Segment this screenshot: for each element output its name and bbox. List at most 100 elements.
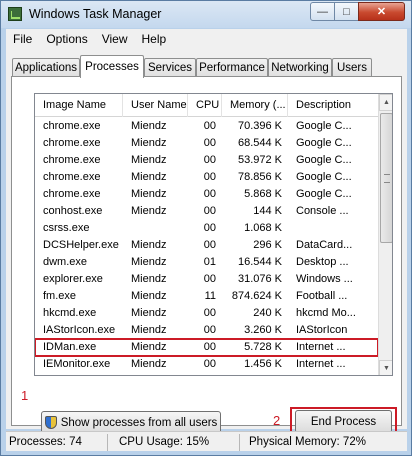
table-row[interactable]: conhost.exe Miendz 00 144 K Console ... [35, 203, 378, 220]
table-row-selected[interactable]: IDMan.exe Miendz 00 5.728 K Internet ... [35, 338, 379, 357]
annotation-marker-1: 1 [21, 388, 29, 403]
table-row[interactable]: chrome.exe Miendz 00 70.396 K Google C... [35, 118, 378, 135]
cell-cpu: 00 [203, 120, 216, 132]
cell-image-name: chrome.exe [43, 171, 101, 183]
task-manager-icon [8, 7, 22, 21]
table-row[interactable]: csrss.exe 00 1.068 K [35, 220, 378, 237]
scrollbar-thumb[interactable] [380, 113, 392, 243]
cell-user-name: Miendz [131, 307, 167, 319]
status-physical-memory: Physical Memory: 72% [249, 436, 366, 448]
show-all-users-label: Show processes from all users [60, 416, 218, 429]
cell-description: DataCard... [296, 239, 353, 251]
scroll-down-icon[interactable]: ▼ [379, 360, 392, 375]
cell-image-name: IEMonitor.exe [43, 358, 111, 370]
cell-user-name: Miendz [131, 358, 167, 370]
menu-help[interactable]: Help [135, 32, 174, 46]
table-row[interactable]: chrome.exe Miendz 00 5.868 K Google C... [35, 186, 378, 203]
cell-image-name: hkcmd.exe [43, 307, 97, 319]
tab-users[interactable]: Users [332, 58, 372, 77]
cell-cpu: 00 [203, 188, 216, 200]
tab-processes[interactable]: Processes [80, 55, 144, 78]
tab-services[interactable]: Services [144, 58, 196, 77]
status-cpu-usage: CPU Usage: 15% [116, 434, 240, 451]
menu-file[interactable]: File [6, 32, 39, 46]
cell-description: Internet ... [296, 341, 346, 353]
cell-image-name: dwm.exe [43, 256, 88, 268]
window-title: Windows Task Manager [29, 7, 162, 21]
tab-networking[interactable]: Networking [268, 58, 332, 77]
table-row[interactable]: chrome.exe Miendz 00 78.856 K Google C... [35, 169, 378, 186]
cell-user-name: Miendz [131, 341, 167, 353]
cell-image-name: chrome.exe [43, 154, 101, 166]
minimize-button[interactable]: — [310, 2, 335, 21]
cell-description: Internet ... [296, 358, 346, 370]
table-row[interactable]: IAStorIcon.exe Miendz 00 3.260 K IAStorIcon [35, 322, 378, 339]
table-row[interactable]: chrome.exe Miendz 00 53.972 K Google C... [35, 152, 378, 169]
table-row[interactable]: dwm.exe Miendz 01 16.544 K Desktop ... [35, 254, 378, 271]
cell-memory: 3.260 K [244, 324, 282, 336]
cell-memory: 53.972 K [237, 154, 282, 166]
task-manager-window: Windows Task Manager — □ ✕ File Options … [0, 0, 412, 456]
cell-cpu: 00 [203, 273, 216, 285]
column-user-name[interactable]: User Name [123, 94, 188, 117]
status-bar: Processes: 74 CPU Usage: 15% Physical Me… [6, 431, 407, 451]
cell-image-name: explorer.exe [43, 273, 103, 285]
cell-image-name: IDMan.exe [43, 341, 97, 353]
table-row[interactable]: explorer.exe Miendz 00 31.076 K Windows ... [35, 271, 378, 288]
cell-memory: 144 K [253, 205, 282, 217]
end-process-button[interactable]: End Process [295, 410, 392, 433]
cell-image-name: csrss.exe [43, 222, 90, 234]
cell-image-name: conhost.exe [43, 205, 103, 217]
close-button[interactable]: ✕ [358, 2, 405, 21]
cell-user-name: Miendz [131, 171, 167, 183]
table-row[interactable]: DCSHelper.exe Miendz 00 296 K DataCard... [35, 237, 378, 254]
cell-memory: 296 K [253, 239, 282, 251]
vertical-scrollbar[interactable]: ▲ ▼ [378, 94, 392, 375]
scroll-up-icon[interactable]: ▲ [379, 94, 392, 111]
cell-cpu: 00 [203, 239, 216, 251]
uac-shield-icon [44, 416, 57, 429]
column-description[interactable]: Description [288, 94, 378, 117]
cell-image-name: chrome.exe [43, 188, 101, 200]
cell-image-name: chrome.exe [43, 137, 101, 149]
tab-applications[interactable]: Applications [12, 58, 80, 77]
table-row[interactable]: IEMonitor.exe Miendz 00 1.456 K Internet ... [35, 356, 378, 373]
processes-panel: Image Name User Name CPU Memory (... Des… [11, 76, 402, 435]
cell-memory: 70.396 K [237, 120, 282, 132]
menu-view[interactable]: View [95, 32, 135, 46]
title-bar[interactable]: Windows Task Manager — □ ✕ [1, 1, 411, 28]
cell-description: Football ... [296, 290, 348, 302]
column-memory[interactable]: Memory (... [222, 94, 288, 117]
cell-user-name: Miendz [131, 256, 167, 268]
cell-user-name: Miendz [131, 154, 167, 166]
cell-user-name: Miendz [131, 205, 167, 217]
cell-memory: 240 K [253, 307, 282, 319]
annotation-marker-2: 2 [273, 413, 281, 428]
cell-image-name: fm.exe [43, 290, 77, 302]
cell-description: Google C... [296, 188, 352, 200]
cell-cpu: 00 [203, 222, 216, 234]
cell-description: Google C... [296, 154, 352, 166]
cell-description: Google C... [296, 120, 352, 132]
table-row[interactable]: chrome.exe Miendz 00 68.544 K Google C... [35, 135, 378, 152]
cell-user-name: Miendz [131, 120, 167, 132]
menu-options[interactable]: Options [39, 32, 94, 46]
tab-performance[interactable]: Performance [196, 58, 268, 77]
cell-cpu: 00 [203, 358, 216, 370]
cell-memory: 1.456 K [244, 358, 282, 370]
cell-cpu: 00 [203, 154, 216, 166]
cell-user-name: Miendz [131, 290, 167, 302]
cell-image-name: IAStorIcon.exe [43, 324, 116, 336]
content-area: Applications Processes Services Performa… [6, 49, 407, 435]
status-processes: Processes: 74 [6, 434, 108, 451]
table-row[interactable]: fm.exe Miendz 11 874.624 K Football ... [35, 288, 378, 305]
cell-memory: 68.544 K [237, 137, 282, 149]
maximize-button[interactable]: □ [334, 2, 359, 21]
column-cpu[interactable]: CPU [188, 94, 222, 117]
process-list[interactable]: Image Name User Name CPU Memory (... Des… [34, 93, 393, 376]
column-image-name[interactable]: Image Name [35, 94, 123, 117]
cell-description: hkcmd Mo... [296, 307, 356, 319]
column-header-row: Image Name User Name CPU Memory (... Des… [35, 94, 378, 117]
cell-cpu: 00 [203, 171, 216, 183]
table-row[interactable]: hkcmd.exe Miendz 00 240 K hkcmd Mo... [35, 305, 378, 322]
